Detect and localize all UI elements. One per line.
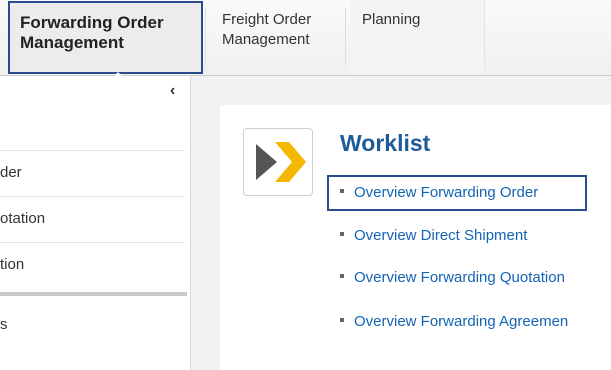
sidebar-item-forwarding-quotation[interactable]: otation	[0, 196, 185, 242]
forward-arrows-icon	[243, 128, 313, 196]
sidebar-item-forwarding-agreement[interactable]: tion	[0, 242, 185, 288]
tab-label-line1: Forwarding Order	[20, 13, 164, 32]
tab-divider	[205, 8, 206, 66]
bullet-icon	[340, 189, 344, 194]
left-nav-panel: ‹ der otation tion s	[0, 76, 191, 370]
link-label: Overview Forwarding Quotation	[354, 269, 565, 286]
tab-forwarding-order-management[interactable]: Forwarding Order Management	[8, 1, 203, 80]
link-label: Overview Forwarding Order	[354, 184, 539, 201]
link-overview-forwarding-agreement[interactable]: Overview Forwarding Agreemen	[340, 313, 568, 330]
tab-divider	[345, 8, 346, 66]
sidebar-item-label: der	[0, 164, 22, 181]
bullet-icon	[340, 318, 344, 323]
sidebar-item-label: tion	[0, 256, 25, 273]
sidebar-item-forwarding-order[interactable]: der	[0, 150, 185, 196]
sidebar-item-label: otation	[0, 210, 46, 227]
link-overview-direct-shipment[interactable]: Overview Direct Shipment	[340, 227, 527, 244]
bullet-icon	[340, 232, 344, 237]
tab-label-line2: Management	[20, 33, 124, 52]
tab-label-line1: Freight Order	[222, 11, 312, 28]
worklist-title: Worklist	[340, 130, 431, 156]
sidebar-trailing-text: s	[0, 316, 8, 333]
app-window: Forwarding Order Management Freight Orde…	[0, 0, 611, 370]
tab-label-line1: Planning	[362, 11, 421, 28]
top-tab-bar: Forwarding Order Management Freight Orde…	[0, 0, 611, 80]
sidebar-scrollbar[interactable]	[0, 292, 187, 296]
link-label: Overview Forwarding Agreemen	[354, 313, 569, 330]
bullet-icon	[340, 274, 344, 279]
link-label: Overview Direct Shipment	[354, 227, 528, 244]
link-overview-forwarding-quotation[interactable]: Overview Forwarding Quotation	[340, 269, 565, 286]
tab-label-line2: Management	[222, 31, 310, 48]
tab-freight-order-management[interactable]: Freight Order Management	[210, 0, 340, 74]
collapse-panel-icon[interactable]: ‹	[170, 82, 175, 100]
link-overview-forwarding-order[interactable]: Overview Forwarding Order	[340, 184, 538, 201]
tab-planning[interactable]: Planning	[350, 0, 485, 74]
